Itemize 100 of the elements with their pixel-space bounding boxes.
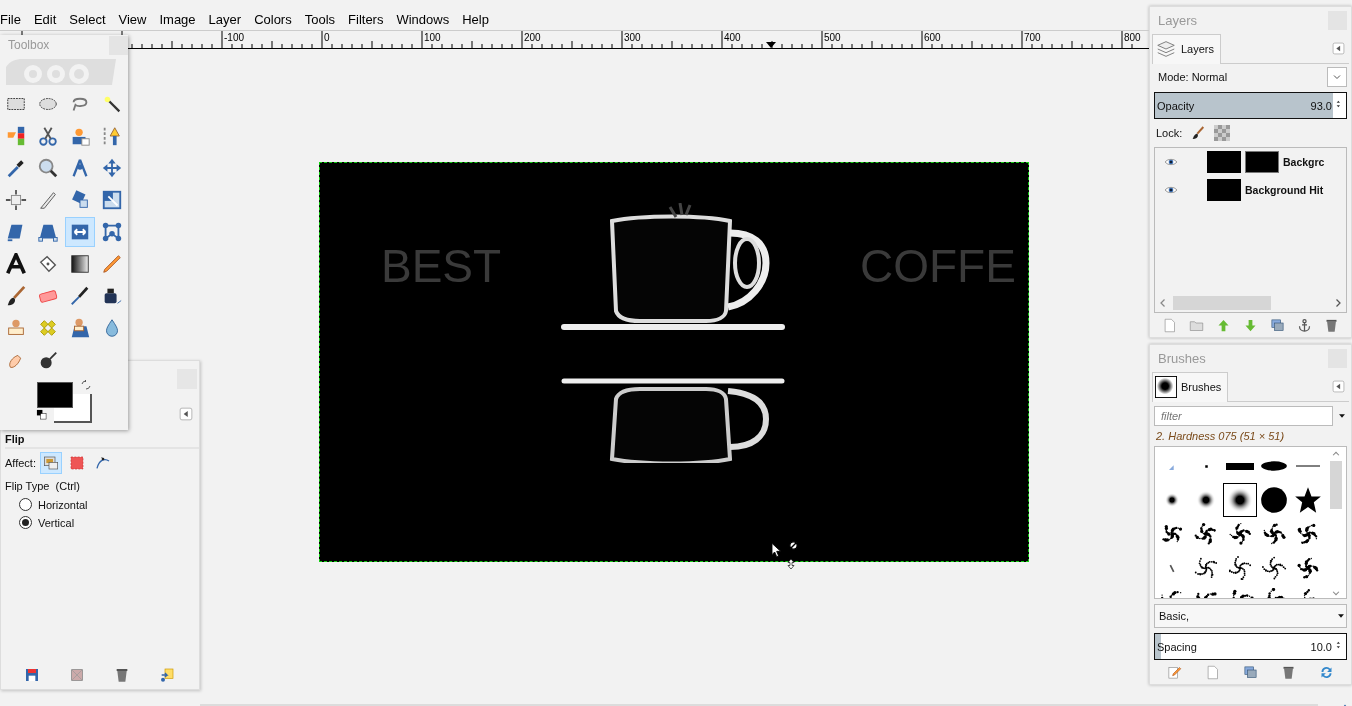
dock-title: Brushes (1158, 350, 1206, 366)
duplicate-icon[interactable] (1270, 318, 1285, 333)
layer-name: Backgrc (1283, 156, 1325, 168)
image-text: COFFE (860, 243, 1016, 289)
menu-item[interactable]: Tools (304, 11, 343, 27)
horizontal-scrollbar[interactable] (1173, 296, 1271, 310)
menu-item[interactable]: Windows (396, 11, 457, 27)
panel-title: Toolbox (8, 38, 50, 52)
filter-field[interactable]: filter (1154, 406, 1333, 426)
opacity-slider[interactable]: Opacity 93.0 (1154, 92, 1347, 119)
lock-pixels-icon (1190, 125, 1207, 141)
move-arrows-icon (101, 157, 123, 179)
menu-item[interactable]: Edit (33, 11, 64, 27)
scissors-icon (37, 125, 59, 147)
menu-item[interactable]: View (118, 11, 154, 27)
menu-item[interactable]: Image (159, 11, 203, 27)
radio-button[interactable] (19, 516, 32, 529)
brush-set-dropdown[interactable]: Basic, (1154, 604, 1347, 628)
menu-item[interactable]: Colors (254, 11, 299, 27)
ruler-label: 400 (724, 32, 741, 43)
brush-preset[interactable] (1223, 483, 1257, 517)
tab-menu-icon (1332, 379, 1345, 393)
flip-tool-button[interactable] (65, 217, 95, 247)
color-select-icon (5, 125, 27, 147)
spacing-value: 10.0 (1309, 640, 1333, 653)
restore-options-icon[interactable] (68, 667, 85, 683)
brush-tip-icon (1260, 460, 1288, 472)
layer-mode-button[interactable] (40, 452, 62, 474)
layers-stack-icon (1155, 38, 1177, 60)
ruler-label: 100 (424, 32, 441, 43)
align-icon (5, 189, 27, 211)
path-curve-icon (95, 455, 111, 471)
scroll-up-icon (1331, 449, 1341, 459)
layer-thumbnail (1207, 151, 1241, 173)
menu-item[interactable]: Layer (208, 11, 249, 27)
heal-icon (37, 317, 59, 339)
anchor-icon[interactable] (1297, 318, 1312, 333)
default-colors-icon[interactable] (36, 409, 47, 420)
magnifier-icon (37, 157, 59, 179)
flip-type-label: Flip Type (Ctrl) (5, 480, 81, 492)
opacity-label: Opacity (1156, 99, 1196, 112)
vertical-scrollbar[interactable] (1330, 461, 1342, 509)
ruler-label: -100 (224, 32, 244, 43)
mode-label: Mode: Normal (1158, 71, 1228, 83)
brush-name: 2. Hardness 075 (51 × 51) (1156, 430, 1286, 442)
delete-icon[interactable] (1324, 318, 1339, 333)
paintbrush-icon (5, 285, 27, 307)
pencil-icon (101, 253, 123, 275)
menu-item[interactable]: Help (462, 11, 496, 27)
dock-tab[interactable]: Brushes (1152, 371, 1229, 402)
radio-label[interactable]: Vertical (38, 516, 75, 529)
brush-tip-icon (1260, 554, 1288, 582)
perspective-clone-icon (69, 317, 91, 339)
dock-title: Layers (1158, 12, 1198, 28)
spacing-label: Spacing (1156, 640, 1198, 653)
tab-menu-icon (179, 407, 193, 421)
radio-label[interactable]: Horizontal (38, 498, 88, 511)
layer-thumbnail (1207, 179, 1241, 201)
scroll-down-icon (1331, 588, 1341, 598)
rotate-icon (69, 189, 91, 211)
swap-colors-icon[interactable] (80, 379, 92, 391)
lock-label: Lock: (1156, 127, 1183, 139)
paths-icon (101, 125, 123, 147)
cage-icon (101, 221, 123, 243)
opacity-value: 93.0 (1309, 99, 1333, 112)
foreground-color-swatch[interactable] (37, 382, 73, 408)
affect-label: Affect: (5, 457, 36, 469)
image-text: BEST (381, 243, 502, 289)
brush-tip-icon (1260, 486, 1288, 514)
ruler-label: 0 (324, 32, 330, 43)
duplicate-icon[interactable] (1243, 665, 1258, 680)
tab-menu-icon (1332, 41, 1345, 55)
gradient-icon (69, 253, 91, 275)
layer-image-icon (43, 455, 59, 471)
ruler-label: 600 (924, 32, 941, 43)
brush-tip-icon (1226, 486, 1254, 514)
layer-row[interactable]: Backgrc (1155, 148, 1346, 176)
brush-tip-icon (1294, 486, 1322, 514)
brush-tip-icon (1226, 462, 1254, 470)
edit-brush-icon[interactable] (1167, 665, 1183, 680)
layer-row[interactable]: Background Hit (1155, 176, 1346, 204)
reset-options-icon[interactable] (158, 667, 175, 683)
selection-square-icon (69, 455, 85, 471)
ruler-label: 500 (824, 32, 841, 43)
brush-preview-icon (1155, 376, 1177, 398)
forbidden-icon (788, 540, 799, 551)
scale-icon (101, 189, 123, 211)
save-options-icon[interactable] (23, 667, 40, 683)
text-icon (5, 253, 27, 275)
menu-item[interactable]: Select (69, 11, 113, 27)
brush-tip-icon (1226, 554, 1254, 582)
spacing-slider[interactable]: Spacing 10.0 (1154, 633, 1347, 660)
ruler-label: 200 (524, 32, 541, 43)
menu-item[interactable]: File (0, 11, 28, 27)
dock-tab[interactable]: Layers (1152, 33, 1222, 64)
menu-item[interactable]: Filters (348, 11, 391, 27)
tool-options-title: Flip (5, 433, 199, 449)
brush-tip-icon (1168, 462, 1176, 470)
radio-button[interactable] (19, 498, 32, 511)
knife-icon (37, 189, 59, 211)
